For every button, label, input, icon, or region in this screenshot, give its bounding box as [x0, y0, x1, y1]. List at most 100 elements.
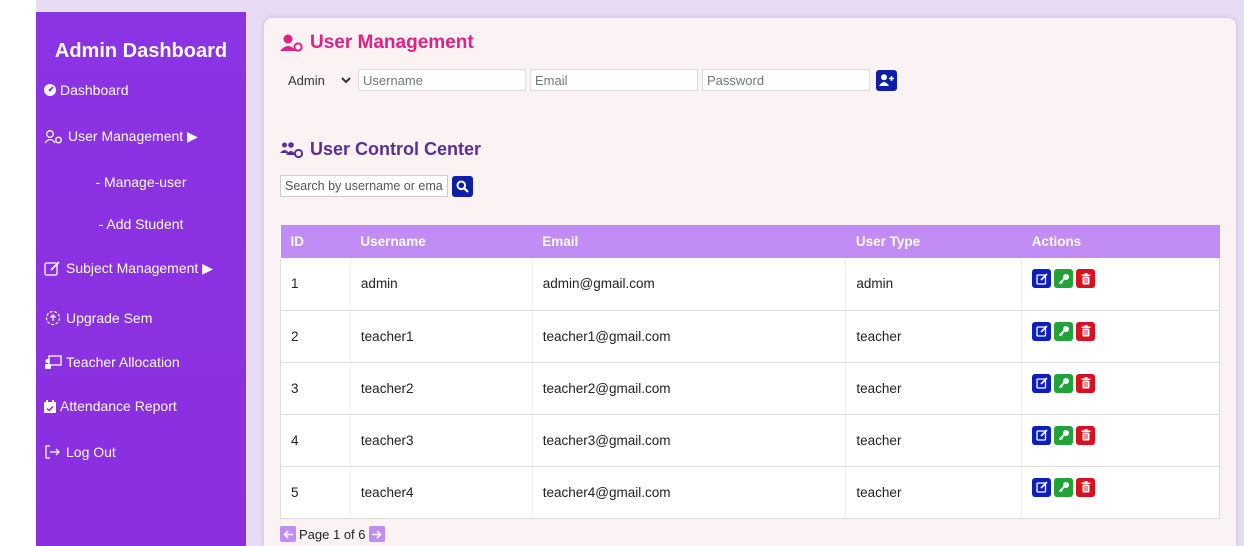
cell-user-type: teacher — [845, 466, 1023, 519]
user-management-title-text: User Management — [310, 32, 474, 53]
cell-email: teacher4@gmail.com — [532, 466, 847, 519]
chalkboard-teacher-icon — [45, 355, 62, 369]
pagination: Page 1 of 6 — [280, 526, 385, 542]
user-gear-icon — [44, 129, 62, 143]
edit-user-button[interactable] — [1032, 269, 1052, 289]
cell-actions — [1021, 310, 1220, 363]
sidebar-item-upgrade-sem[interactable]: Upgrade Sem — [44, 310, 152, 326]
trash-icon — [1081, 481, 1091, 493]
sidebar-title: Admin Dashboard — [54, 40, 228, 62]
table-row: 3 teacher2 teacher2@gmail.com teacher — [280, 362, 1220, 415]
arrow-left-icon — [282, 529, 293, 539]
column-header-actions: Actions — [1021, 225, 1220, 258]
sidebar-item-attendance-report[interactable]: Attendance Report — [44, 398, 177, 414]
delete-user-button[interactable] — [1076, 321, 1096, 341]
sidebar-item-manage-user[interactable]: - Manage-user — [36, 174, 246, 190]
search-icon — [456, 180, 469, 193]
table-row: 5 teacher4 teacher4@gmail.com teacher — [280, 466, 1220, 519]
username-input[interactable] — [358, 69, 526, 91]
cell-actions — [1021, 414, 1220, 467]
key-icon — [1058, 378, 1069, 389]
next-page-button[interactable] — [368, 526, 385, 542]
sidebar-item-user-management[interactable]: User Management ▶ — [44, 128, 198, 145]
arrow-right-icon — [372, 529, 382, 539]
search-input[interactable] — [280, 175, 448, 197]
delete-user-button[interactable] — [1076, 269, 1096, 289]
key-icon — [1058, 273, 1069, 284]
role-select[interactable]: Admin — [280, 69, 354, 91]
page-indicator: Page 1 of 6 — [299, 526, 366, 542]
trash-icon — [1081, 377, 1091, 389]
user-plus-icon — [879, 74, 894, 86]
sidebar-item-label: Attendance Report — [60, 398, 177, 414]
table-row: 4 teacher3 teacher3@gmail.com teacher — [280, 414, 1220, 467]
edit-icon — [1036, 429, 1048, 441]
edit-icon — [1036, 325, 1048, 337]
delete-user-button[interactable] — [1076, 425, 1096, 445]
sidebar-item-teacher-allocation[interactable]: Teacher Allocation — [44, 354, 180, 370]
table-header-row: ID Username Email User Type Actions — [280, 225, 1220, 258]
cell-id: 3 — [280, 362, 351, 415]
delete-user-button[interactable] — [1076, 373, 1096, 393]
prev-page-button[interactable] — [280, 526, 296, 542]
edit-user-button[interactable] — [1032, 425, 1052, 445]
sidebar-item-log-out[interactable]: Log Out — [44, 444, 116, 460]
sidebar-item-add-student[interactable]: - Add Student — [36, 216, 246, 232]
upload-icon — [45, 310, 61, 326]
edit-icon — [1036, 481, 1048, 493]
cell-user-type: teacher — [845, 414, 1023, 467]
search-button[interactable] — [452, 175, 473, 197]
column-header-user-type: User Type — [845, 225, 1022, 258]
user-management-title: User Management — [280, 32, 474, 54]
sidebar: Admin Dashboard Dashboard User Managemen… — [36, 12, 246, 546]
edit-user-button[interactable] — [1032, 477, 1052, 497]
add-user-form: Admin — [280, 69, 897, 91]
sidebar-item-label: Upgrade Sem — [66, 310, 153, 326]
cell-user-type: teacher — [845, 310, 1023, 363]
users-gear-icon — [280, 141, 304, 158]
add-user-button[interactable] — [876, 69, 897, 91]
search-bar — [280, 175, 473, 197]
cell-id: 5 — [280, 466, 351, 519]
reset-password-button[interactable] — [1054, 373, 1074, 393]
cell-username: admin — [350, 258, 533, 311]
edit-icon — [44, 261, 60, 276]
column-header-id: ID — [280, 225, 351, 258]
calendar-check-icon — [44, 399, 56, 413]
sidebar-item-subject-management[interactable]: Subject Management ▶ — [44, 260, 213, 277]
reset-password-button[interactable] — [1054, 477, 1074, 497]
edit-icon — [1036, 273, 1048, 285]
cell-id: 4 — [280, 414, 351, 467]
email-input[interactable] — [530, 69, 698, 91]
cell-actions — [1021, 258, 1220, 311]
edit-user-button[interactable] — [1032, 373, 1052, 393]
table-row: 1 admin admin@gmail.com admin — [280, 258, 1220, 311]
password-input[interactable] — [702, 69, 870, 91]
sidebar-item-label: User Management ▶ — [68, 128, 198, 144]
reset-password-button[interactable] — [1054, 425, 1074, 445]
sidebar-item-label: - Add Student — [98, 216, 184, 232]
edit-user-button[interactable] — [1032, 321, 1052, 341]
cell-username: teacher2 — [350, 362, 533, 415]
cell-id: 2 — [280, 310, 351, 363]
key-icon — [1058, 430, 1069, 441]
reset-password-button[interactable] — [1054, 321, 1074, 341]
users-table: ID Username Email User Type Actions 1 adm… — [280, 225, 1220, 519]
control-center-title-text: User Control Center — [310, 139, 482, 159]
reset-password-button[interactable] — [1054, 269, 1074, 289]
cell-actions — [1021, 362, 1220, 415]
sidebar-item-dashboard[interactable]: Dashboard — [44, 82, 129, 98]
sidebar-item-label: Dashboard — [60, 82, 129, 98]
dashboard-icon — [44, 84, 56, 96]
table-row: 2 teacher1 teacher1@gmail.com teacher — [280, 310, 1220, 363]
cell-username: teacher4 — [350, 466, 533, 519]
delete-user-button[interactable] — [1076, 477, 1096, 497]
cell-email: admin@gmail.com — [532, 258, 847, 311]
sidebar-item-label: Log Out — [66, 444, 116, 460]
cell-id: 1 — [280, 258, 351, 311]
cell-email: teacher1@gmail.com — [532, 310, 847, 363]
column-header-email: Email — [532, 225, 846, 258]
trash-icon — [1081, 272, 1091, 285]
trash-icon — [1081, 325, 1091, 337]
main-panel: User Management Admin User Control Cente… — [264, 18, 1236, 546]
